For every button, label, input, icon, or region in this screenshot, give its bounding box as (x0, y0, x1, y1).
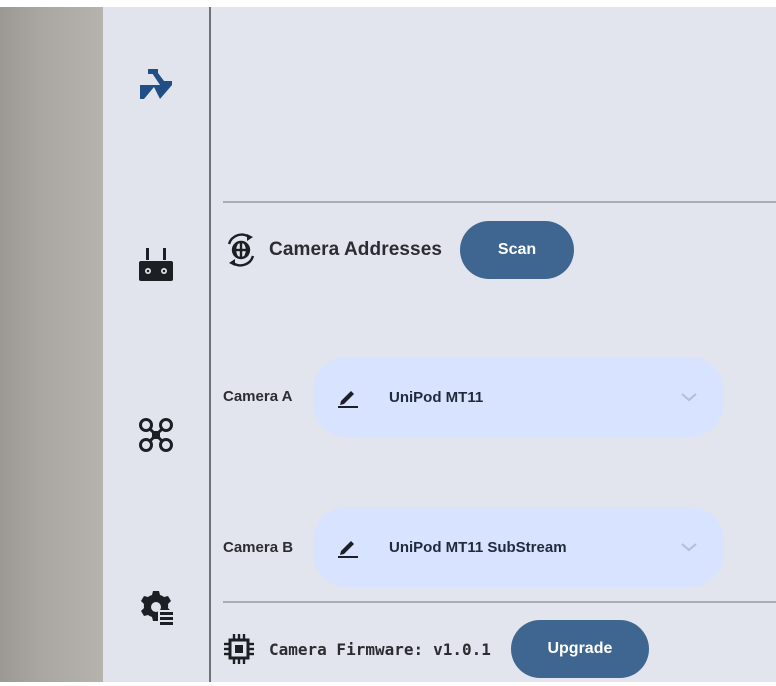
camera-b-label: Camera B (223, 539, 294, 556)
camera-firmware-row: Camera Firmware: v1.0.1 Upgrade (223, 620, 649, 678)
edit-pencil-icon[interactable] (337, 386, 359, 408)
bottom-edge (0, 682, 776, 686)
camera-b-value: UniPod MT11 SubStream (389, 538, 567, 556)
camera-addresses-header: Camera Addresses Scan (223, 221, 575, 279)
navigation-rail (103, 7, 209, 682)
drone-icon[interactable] (136, 415, 176, 455)
camera-a-value: UniPod MT11 (389, 388, 484, 406)
chip-icon (224, 634, 254, 664)
top-edge (0, 0, 776, 7)
camera-settings-icon[interactable] (136, 66, 176, 106)
remote-controller-icon[interactable] (136, 245, 176, 285)
section-divider (223, 201, 776, 203)
camera-firmware-label: Camera Firmware: (269, 639, 424, 659)
camera-addresses-title: Camera Addresses (269, 239, 443, 260)
chevron-down-icon (681, 543, 697, 552)
edit-pencil-icon[interactable] (337, 536, 359, 558)
device-bezel (0, 0, 103, 686)
camera-b-select[interactable]: UniPod MT11 SubStream (313, 507, 724, 587)
app-screen: Camera Addresses Scan Camera A UniPod MT… (103, 7, 776, 682)
upgrade-button[interactable]: Upgrade (510, 620, 649, 678)
chevron-down-icon (681, 393, 697, 402)
network-globe-icon (227, 233, 255, 267)
section-divider (223, 601, 776, 603)
camera-a-select[interactable]: UniPod MT11 (313, 357, 724, 437)
camera-settings-panel: Camera Addresses Scan Camera A UniPod MT… (211, 7, 776, 682)
camera-a-label: Camera A (223, 388, 293, 405)
firmware-version: v1.0.1 (433, 639, 491, 659)
settings-list-icon[interactable] (136, 587, 176, 627)
scan-button[interactable]: Scan (460, 221, 575, 279)
